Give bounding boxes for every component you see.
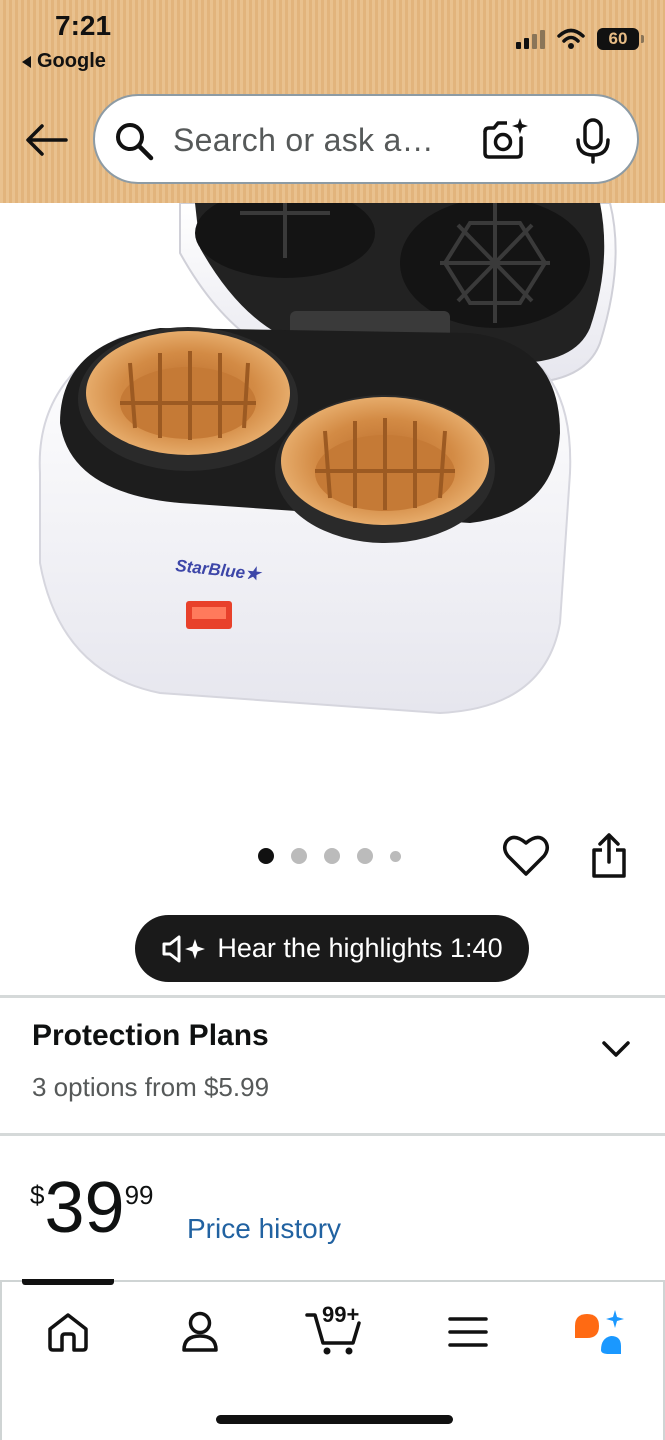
hear-highlights-button[interactable]: Hear the highlights 1:40 [135,915,529,982]
carousel-dot[interactable] [324,848,340,864]
back-arrow-icon [26,124,68,156]
protection-plans-subtitle: 3 options from $5.99 [32,1072,270,1102]
price-whole: 39 [44,1168,125,1248]
price: $ 39 99 [30,1172,153,1244]
price-fraction: 99 [124,1180,154,1210]
protection-plans-title: Protection Plans [32,1019,269,1052]
status-time: 7:21 [55,10,112,41]
product-image[interactable]: StarBlue★ [0,203,665,823]
heart-icon [503,835,549,876]
divider [0,1133,665,1136]
speaker-sparkle-icon [161,935,207,963]
carousel-dot[interactable] [357,848,373,864]
cart-count-badge: 99+ [322,1302,360,1327]
menu-icon [448,1317,488,1347]
status-icons: 60 [516,28,644,50]
nav-rufus[interactable] [568,1304,628,1360]
mic-icon[interactable] [575,118,611,164]
price-history-link[interactable]: Price history [187,1213,341,1245]
divider [0,995,665,998]
wifi-icon [557,28,585,49]
waffle-bowl-maker-image: StarBlue★ [38,203,617,715]
nav-menu[interactable] [438,1304,498,1360]
carousel-dot[interactable] [390,850,401,862]
camera-sparkle-icon[interactable] [481,116,529,162]
carousel-dot-active[interactable] [258,848,274,864]
nav-active-indicator [22,1279,114,1285]
account-icon [182,1311,218,1352]
hear-highlights-label: Hear the highlights 1:40 [217,933,503,963]
search-input[interactable]: Search or ask a… [173,122,434,159]
search-bar[interactable]: Search or ask a… [93,94,639,184]
back-app-label: Google [37,50,106,72]
nav-home[interactable] [38,1304,98,1360]
battery-icon: 60 [597,28,644,50]
header: 7:21 Google 60 Search or ask a… [0,0,665,203]
share-button[interactable] [588,832,630,885]
carousel-dot[interactable] [291,848,307,864]
nav-account[interactable] [170,1304,230,1360]
wishlist-button[interactable] [502,832,550,883]
signal-icon [516,29,545,49]
search-icon [116,123,154,161]
chevron-down-icon[interactable] [600,1038,632,1060]
back-triangle-icon [22,55,31,68]
rufus-icon [575,1310,624,1354]
carousel-dots[interactable] [258,848,401,864]
app-screen: 7:21 Google 60 Search or ask a… StarBlue… [0,0,665,1440]
home-indicator [216,1415,453,1424]
back-button[interactable] [22,118,70,162]
bottom-nav: 99+ [0,1279,665,1440]
share-icon [592,833,626,878]
home-icon [48,1313,88,1352]
price-currency: $ [30,1180,45,1210]
back-to-app-link[interactable]: Google [22,50,106,73]
